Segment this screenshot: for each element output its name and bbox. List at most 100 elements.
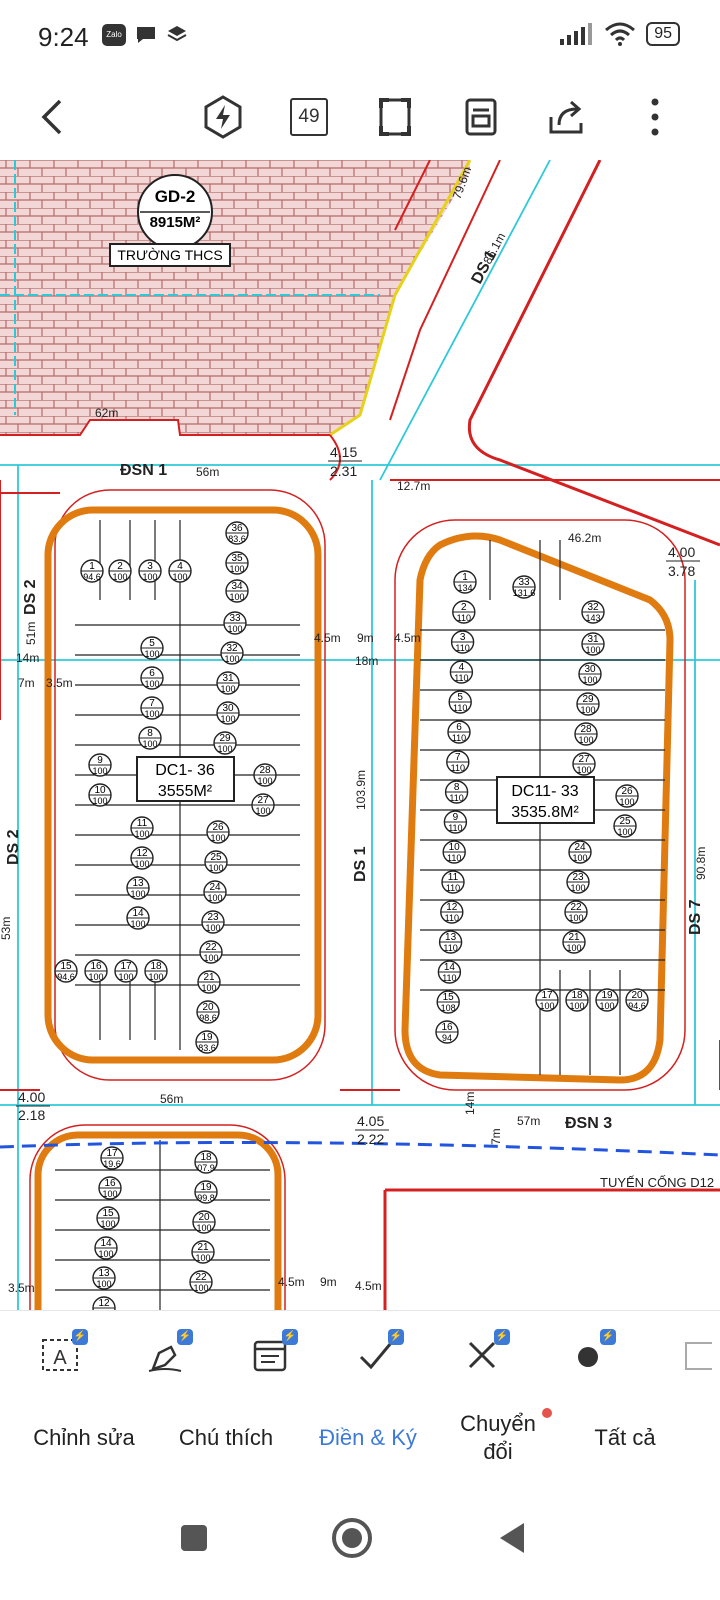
cross-tool[interactable]: ⚡ (452, 1325, 512, 1385)
lot-number: 9 (453, 812, 459, 823)
tab-convert[interactable]: Chuyển đổi (438, 1394, 558, 1482)
lot-marker: 12100 (130, 846, 154, 870)
lot-area: 110 (452, 733, 466, 743)
lot-area: 100 (217, 744, 232, 754)
lot-number: 12 (136, 848, 148, 859)
lot-marker: 9110 (443, 810, 468, 834)
home-button[interactable] (322, 1508, 382, 1568)
lot-area: 100 (257, 776, 272, 786)
lot-number: 25 (210, 852, 222, 863)
date-tool[interactable]: ⚡ (240, 1325, 300, 1385)
lot-marker: 17100 (535, 988, 559, 1012)
lot-area: 100 (229, 592, 244, 602)
svg-text:12.7m: 12.7m (397, 479, 430, 493)
lot-area: 100 (255, 806, 270, 816)
lot-area: 100 (582, 675, 597, 685)
lot-area: 100 (172, 572, 187, 582)
lot-number: 31 (222, 673, 234, 684)
svg-text:53m: 53m (0, 917, 13, 940)
svg-text:3.5m: 3.5m (8, 1281, 35, 1295)
svg-text:A: A (53, 1347, 67, 1369)
svg-text:90.8m: 90.8m (694, 847, 708, 880)
tab-all[interactable]: Tất cả (560, 1394, 690, 1482)
svg-text:4.5m: 4.5m (278, 1275, 305, 1289)
svg-text:103.9m: 103.9m (354, 770, 368, 810)
lot-marker: 26100 (206, 820, 230, 844)
ai-tools-button[interactable] (196, 90, 250, 144)
lot-marker: 12110 (440, 900, 464, 924)
lot-marker: 32143 (581, 600, 605, 624)
lot-area: 100 (229, 564, 244, 574)
lot-marker: 9100 (88, 753, 112, 777)
more-vert-icon (651, 98, 659, 136)
lot-number: 18 (200, 1152, 212, 1163)
tab-edit[interactable]: Chỉnh sửa (14, 1394, 154, 1482)
lot-marker: 27100 (251, 793, 275, 817)
block2-area: 3535.8M² (511, 804, 579, 821)
text-field-tool[interactable]: A ⚡ (30, 1325, 90, 1385)
lot-number: 13 (445, 932, 457, 943)
lot-area: 100 (220, 684, 235, 694)
lot-number: 17 (106, 1148, 118, 1159)
lot-area: 100 (569, 1001, 584, 1011)
page-count-button[interactable]: 49 (282, 90, 336, 144)
reading-mode-button[interactable] (454, 90, 508, 144)
lot-number: 3 (460, 632, 466, 643)
lot-marker: 1719.6 (100, 1146, 124, 1170)
lot-marker: 16100 (84, 959, 108, 983)
lot-area: 07.9 (197, 1163, 215, 1173)
lot-number: 9 (97, 755, 103, 766)
lot-marker: 13100 (92, 1266, 116, 1290)
lot-area: 110 (451, 763, 465, 773)
lot-marker: 26100 (615, 784, 639, 808)
fullscreen-button[interactable] (368, 90, 422, 144)
triangle-back-icon (500, 1523, 524, 1553)
lot-number: 30 (584, 664, 596, 675)
tab-fill-sign[interactable]: Điền & Ký (298, 1394, 438, 1482)
lot-marker: 15108 (436, 990, 460, 1014)
lot-number: 2 (461, 602, 467, 613)
lot-marker: 194.6 (80, 559, 104, 583)
back-button[interactable] (24, 90, 78, 144)
lot-area: 100 (100, 1219, 115, 1229)
lot-area: 100 (193, 1283, 208, 1293)
back-nav-button[interactable] (482, 1508, 542, 1568)
lot-number: 29 (582, 694, 594, 705)
dot-tool[interactable]: ⚡ (558, 1325, 618, 1385)
lot-number: 27 (578, 754, 590, 765)
lot-area: 134 (457, 583, 472, 593)
lot-number: 31 (587, 634, 599, 645)
back-arrow-icon (41, 99, 62, 135)
lot-area: 19.6 (103, 1159, 121, 1169)
share-button[interactable] (540, 90, 594, 144)
lot-area: 100 (130, 919, 145, 929)
recents-button[interactable] (164, 1508, 224, 1568)
lot-area: 100 (148, 972, 163, 982)
road-ds1-mid: DS 1 (352, 846, 369, 882)
lot-area: 100 (210, 833, 225, 843)
chat-icon (137, 27, 155, 43)
svg-text:3.5m: 3.5m (46, 676, 73, 690)
svg-text:4.5m: 4.5m (355, 1279, 382, 1293)
document-view[interactable]: 1 94.6 2 100 3 100 4 100 5 100 6 100 7 100 8 100 9 100 10 1… (0, 160, 720, 1310)
signature-tool[interactable]: ⚡ (135, 1325, 195, 1385)
lot-marker: 28100 (253, 763, 277, 787)
lot-area: 100 (572, 853, 587, 863)
lot-number: 28 (580, 724, 592, 735)
more-options-button[interactable] (628, 90, 682, 144)
lot-marker: 1983.6 (195, 1030, 219, 1054)
more-tool[interactable] (664, 1325, 720, 1385)
lot-area: 94.6 (57, 972, 75, 982)
lot-area: 100 (227, 624, 242, 634)
lot-area: 100 (224, 654, 239, 664)
lot-area: 100 (88, 972, 103, 982)
lot-area: 94 (442, 1033, 452, 1043)
tab-annotate[interactable]: Chú thích (156, 1394, 296, 1482)
lot-area: 99.8 (197, 1193, 215, 1203)
svg-text:4.00: 4.00 (668, 544, 695, 560)
lot-area: 100 (130, 889, 145, 899)
lot-number: 14 (100, 1238, 112, 1249)
checkmark-tool[interactable]: ⚡ (346, 1325, 406, 1385)
lot-marker: 29100 (213, 731, 237, 755)
premium-badge-icon: ⚡ (72, 1329, 88, 1345)
